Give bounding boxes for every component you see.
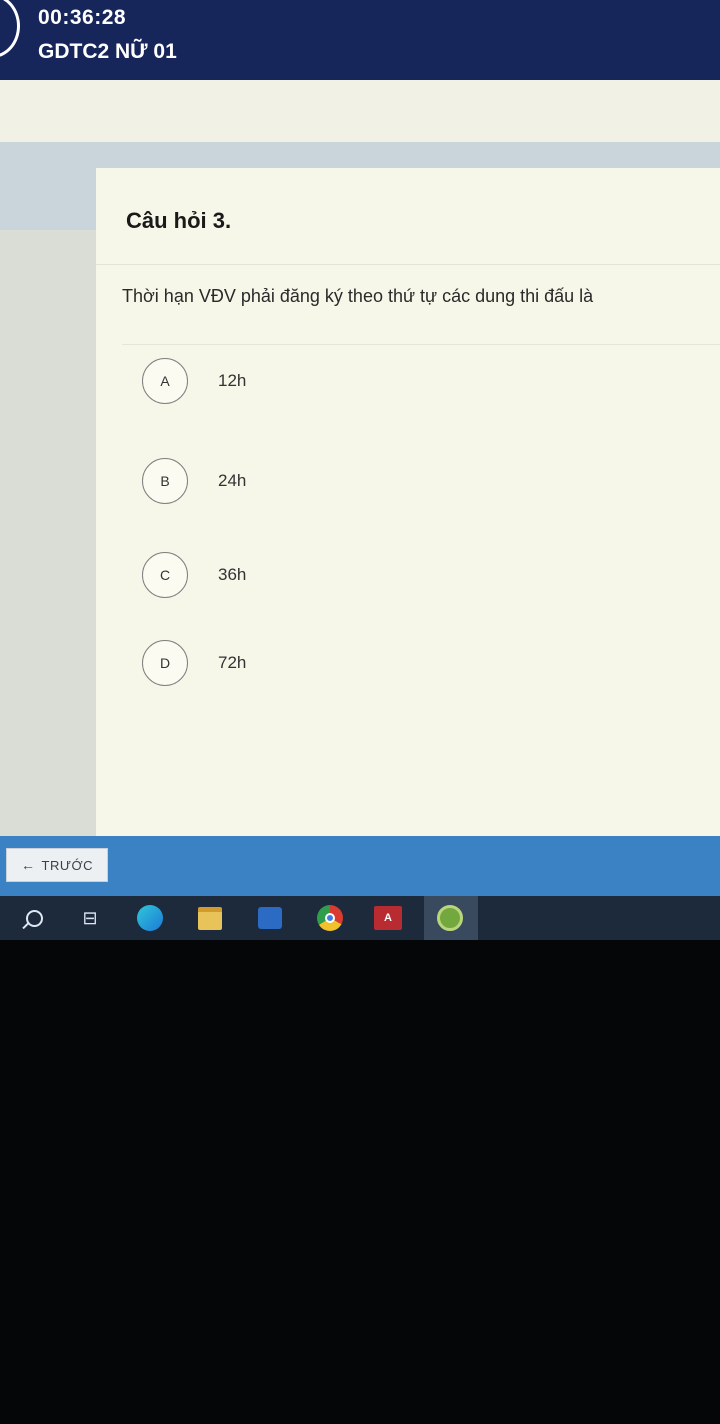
- file-explorer-icon[interactable]: [196, 904, 224, 932]
- screen: 00:36:28 GDTC2 NỮ 01 Câu hỏi 3. Thời hạn…: [0, 0, 720, 940]
- option-c[interactable]: C 36h: [142, 552, 246, 598]
- header-band: [0, 80, 720, 142]
- access-icon[interactable]: A: [374, 904, 402, 932]
- exam-title: GDTC2 NỮ 01: [38, 40, 177, 63]
- taskbar: ⊟ A: [0, 896, 720, 940]
- option-d-circle[interactable]: D: [142, 640, 188, 686]
- store-icon[interactable]: [256, 904, 284, 932]
- option-a-circle[interactable]: A: [142, 358, 188, 404]
- chrome-icon[interactable]: [316, 904, 344, 932]
- question-header: Câu hỏi 3.: [96, 168, 720, 265]
- question-card: Câu hỏi 3. Thời hạn VĐV phải đăng ký the…: [96, 168, 720, 836]
- app-icon[interactable]: [436, 904, 464, 932]
- timer-ring-icon: [0, 0, 20, 58]
- exam-header: 00:36:28 GDTC2 NỮ 01: [0, 0, 720, 92]
- option-b[interactable]: B 24h: [142, 458, 246, 504]
- question-text: Thời hạn VĐV phải đăng ký theo thứ tự cá…: [122, 286, 594, 306]
- task-view-icon[interactable]: ⊟: [76, 904, 104, 932]
- question-number: Câu hỏi 3.: [126, 208, 232, 233]
- option-c-circle[interactable]: C: [142, 552, 188, 598]
- option-c-text: 36h: [218, 565, 247, 584]
- option-d-text: 72h: [218, 653, 247, 672]
- timer: 00:36:28: [38, 6, 127, 29]
- bottom-nav: ← TRƯỚC: [0, 836, 720, 896]
- previous-button[interactable]: ← TRƯỚC: [6, 848, 108, 882]
- option-a[interactable]: A 12h: [142, 358, 246, 404]
- previous-label: TRƯỚC: [41, 857, 93, 873]
- edge-icon[interactable]: [136, 904, 164, 932]
- option-d[interactable]: D 72h: [142, 640, 246, 686]
- search-icon[interactable]: [20, 904, 48, 932]
- divider: [122, 344, 720, 345]
- arrow-left-icon: ←: [21, 857, 36, 873]
- option-b-text: 24h: [218, 471, 247, 490]
- option-b-circle[interactable]: B: [142, 458, 188, 504]
- option-a-text: 12h: [218, 371, 247, 390]
